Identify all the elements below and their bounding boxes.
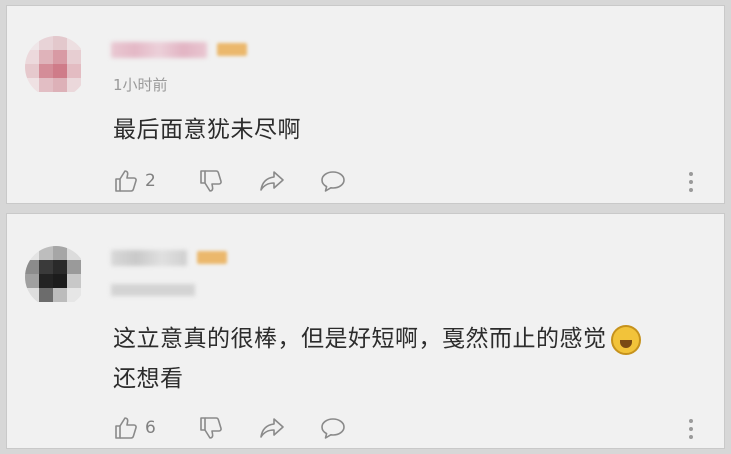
like-button[interactable]: 6	[113, 415, 156, 441]
comment-icon	[321, 171, 345, 192]
username-blurred[interactable]	[111, 42, 207, 58]
crying-laughing-emoji-icon	[610, 324, 641, 355]
comment-card: 1小时前 最后面意犹未尽啊 2	[6, 5, 725, 204]
like-count: 2	[145, 171, 156, 191]
avatar[interactable]	[25, 36, 87, 98]
comment-text: 最后面意犹未尽啊	[113, 117, 301, 143]
share-icon	[260, 171, 284, 191]
comment-time-blurred	[111, 284, 195, 296]
share-button[interactable]	[259, 415, 285, 441]
share-icon	[260, 418, 284, 438]
thumbs-down-icon	[200, 170, 222, 192]
username-blurred[interactable]	[111, 250, 187, 266]
reply-button[interactable]	[320, 168, 346, 194]
like-button[interactable]: 2	[113, 168, 156, 194]
avatar[interactable]	[25, 246, 87, 308]
reply-button[interactable]	[320, 415, 346, 441]
comment-text-line-2: 还想看	[113, 366, 184, 392]
comment-text-line-1: 这立意真的很棒，但是好短啊，戛然而止的感觉	[113, 319, 673, 359]
more-icon[interactable]	[688, 417, 694, 443]
level-badge	[217, 43, 247, 56]
level-badge	[197, 251, 227, 264]
thumbs-down-icon	[200, 417, 222, 439]
thumbs-up-icon	[115, 417, 137, 439]
comment-time: 1小时前	[113, 76, 168, 94]
comment-card: 这立意真的很棒，但是好短啊，戛然而止的感觉 还想看 6	[6, 213, 725, 449]
dislike-button[interactable]	[198, 168, 224, 194]
dislike-button[interactable]	[198, 415, 224, 441]
share-button[interactable]	[259, 168, 285, 194]
more-icon[interactable]	[688, 170, 694, 196]
like-count: 6	[145, 418, 156, 438]
comment-icon	[321, 418, 345, 439]
thumbs-up-icon	[115, 170, 137, 192]
comment-text: 这立意真的很棒，但是好短啊，戛然而止的感觉 还想看	[113, 319, 673, 399]
